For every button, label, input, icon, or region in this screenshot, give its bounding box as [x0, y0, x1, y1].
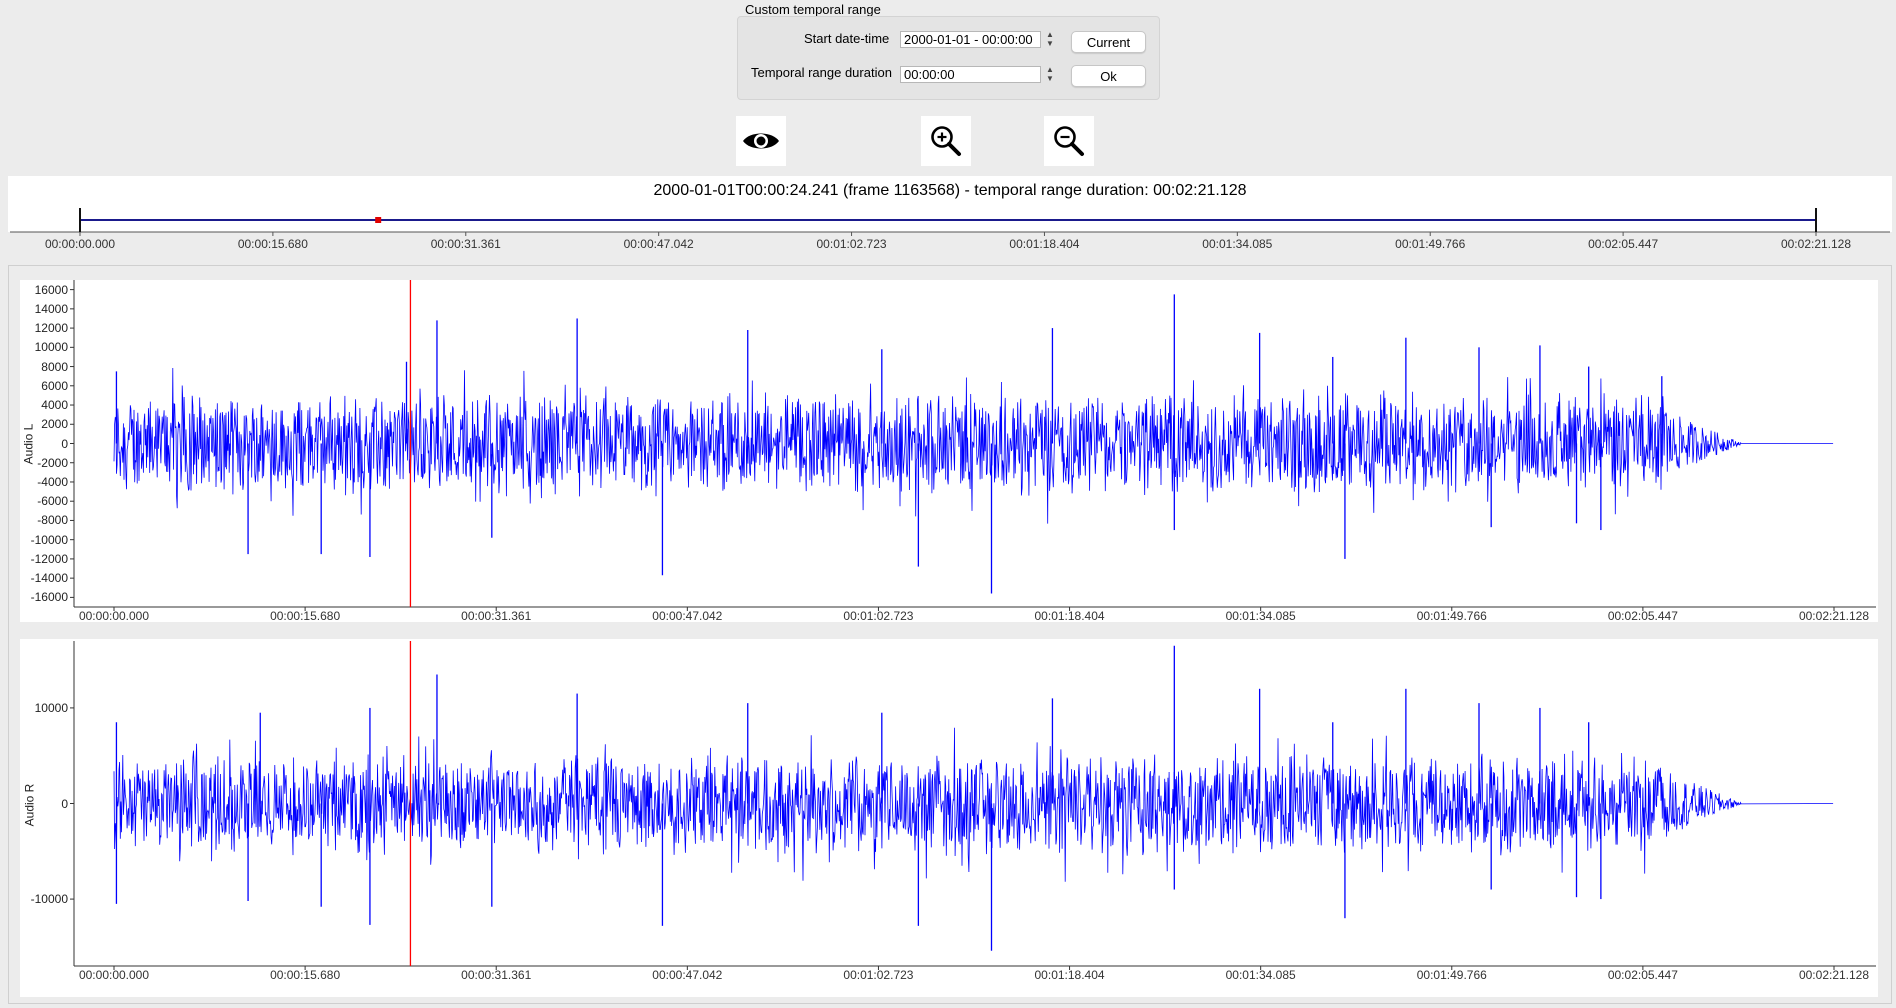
x-tick-label: 00:00:00.000 [78, 609, 150, 623]
y-tick-label: -10000 [30, 532, 68, 547]
waveform-series [113, 367, 1834, 524]
y-tick-label: -16000 [30, 590, 68, 605]
x-tick-label: 00:00:47.042 [652, 968, 723, 982]
y-tick-label: -12000 [30, 551, 68, 566]
y-tick-label: -8000 [37, 513, 68, 528]
x-tick-label: 00:01:02.723 [843, 968, 914, 982]
y-tick-label: 10000 [34, 700, 68, 715]
waveform-series [113, 727, 1834, 882]
x-tick-label: 00:01:02.723 [843, 609, 914, 623]
x-tick-label: 00:02:05.447 [1607, 609, 1678, 623]
y-tick-label: 4000 [41, 398, 68, 413]
y-tick-label: 16000 [34, 282, 68, 297]
y-tick-label: -6000 [37, 494, 68, 509]
x-tick-label: 00:01:49.766 [1416, 968, 1487, 982]
y-tick-label: 10000 [34, 340, 68, 355]
x-tick-label: 00:01:34.085 [1225, 609, 1296, 623]
x-tick-label: 00:01:49.766 [1416, 609, 1487, 623]
x-tick-label: 00:00:00.000 [78, 968, 150, 982]
y-tick-label: 6000 [41, 378, 68, 393]
y-tick-label: -10000 [30, 892, 68, 907]
x-tick-label: 00:02:21.128 [1798, 609, 1870, 623]
x-tick-label: 00:00:15.680 [270, 968, 341, 982]
y-tick-label: 0 [61, 436, 68, 451]
y-tick-label: 14000 [34, 301, 68, 316]
y-tick-label: 2000 [41, 417, 68, 432]
y-tick-label: -4000 [37, 474, 68, 489]
x-tick-label: 00:01:34.085 [1225, 968, 1296, 982]
x-tick-label: 00:00:31.361 [461, 968, 532, 982]
y-tick-label: -14000 [30, 571, 68, 586]
x-tick-label: 00:02:21.128 [1798, 968, 1870, 982]
x-tick-label: 00:01:18.404 [1034, 968, 1105, 982]
x-tick-label: 00:00:15.680 [270, 609, 341, 623]
y-tick-label: 12000 [34, 321, 68, 336]
y-tick-label: 0 [61, 796, 68, 811]
x-tick-label: 00:01:18.404 [1034, 609, 1105, 623]
x-tick-label: 00:00:47.042 [652, 609, 723, 623]
x-tick-label: 00:00:31.361 [461, 609, 532, 623]
y-tick-label: -2000 [37, 455, 68, 470]
y-tick-label: 8000 [41, 359, 68, 374]
x-tick-label: 00:02:05.447 [1607, 968, 1678, 982]
waveform-charts[interactable] [0, 0, 1896, 1008]
